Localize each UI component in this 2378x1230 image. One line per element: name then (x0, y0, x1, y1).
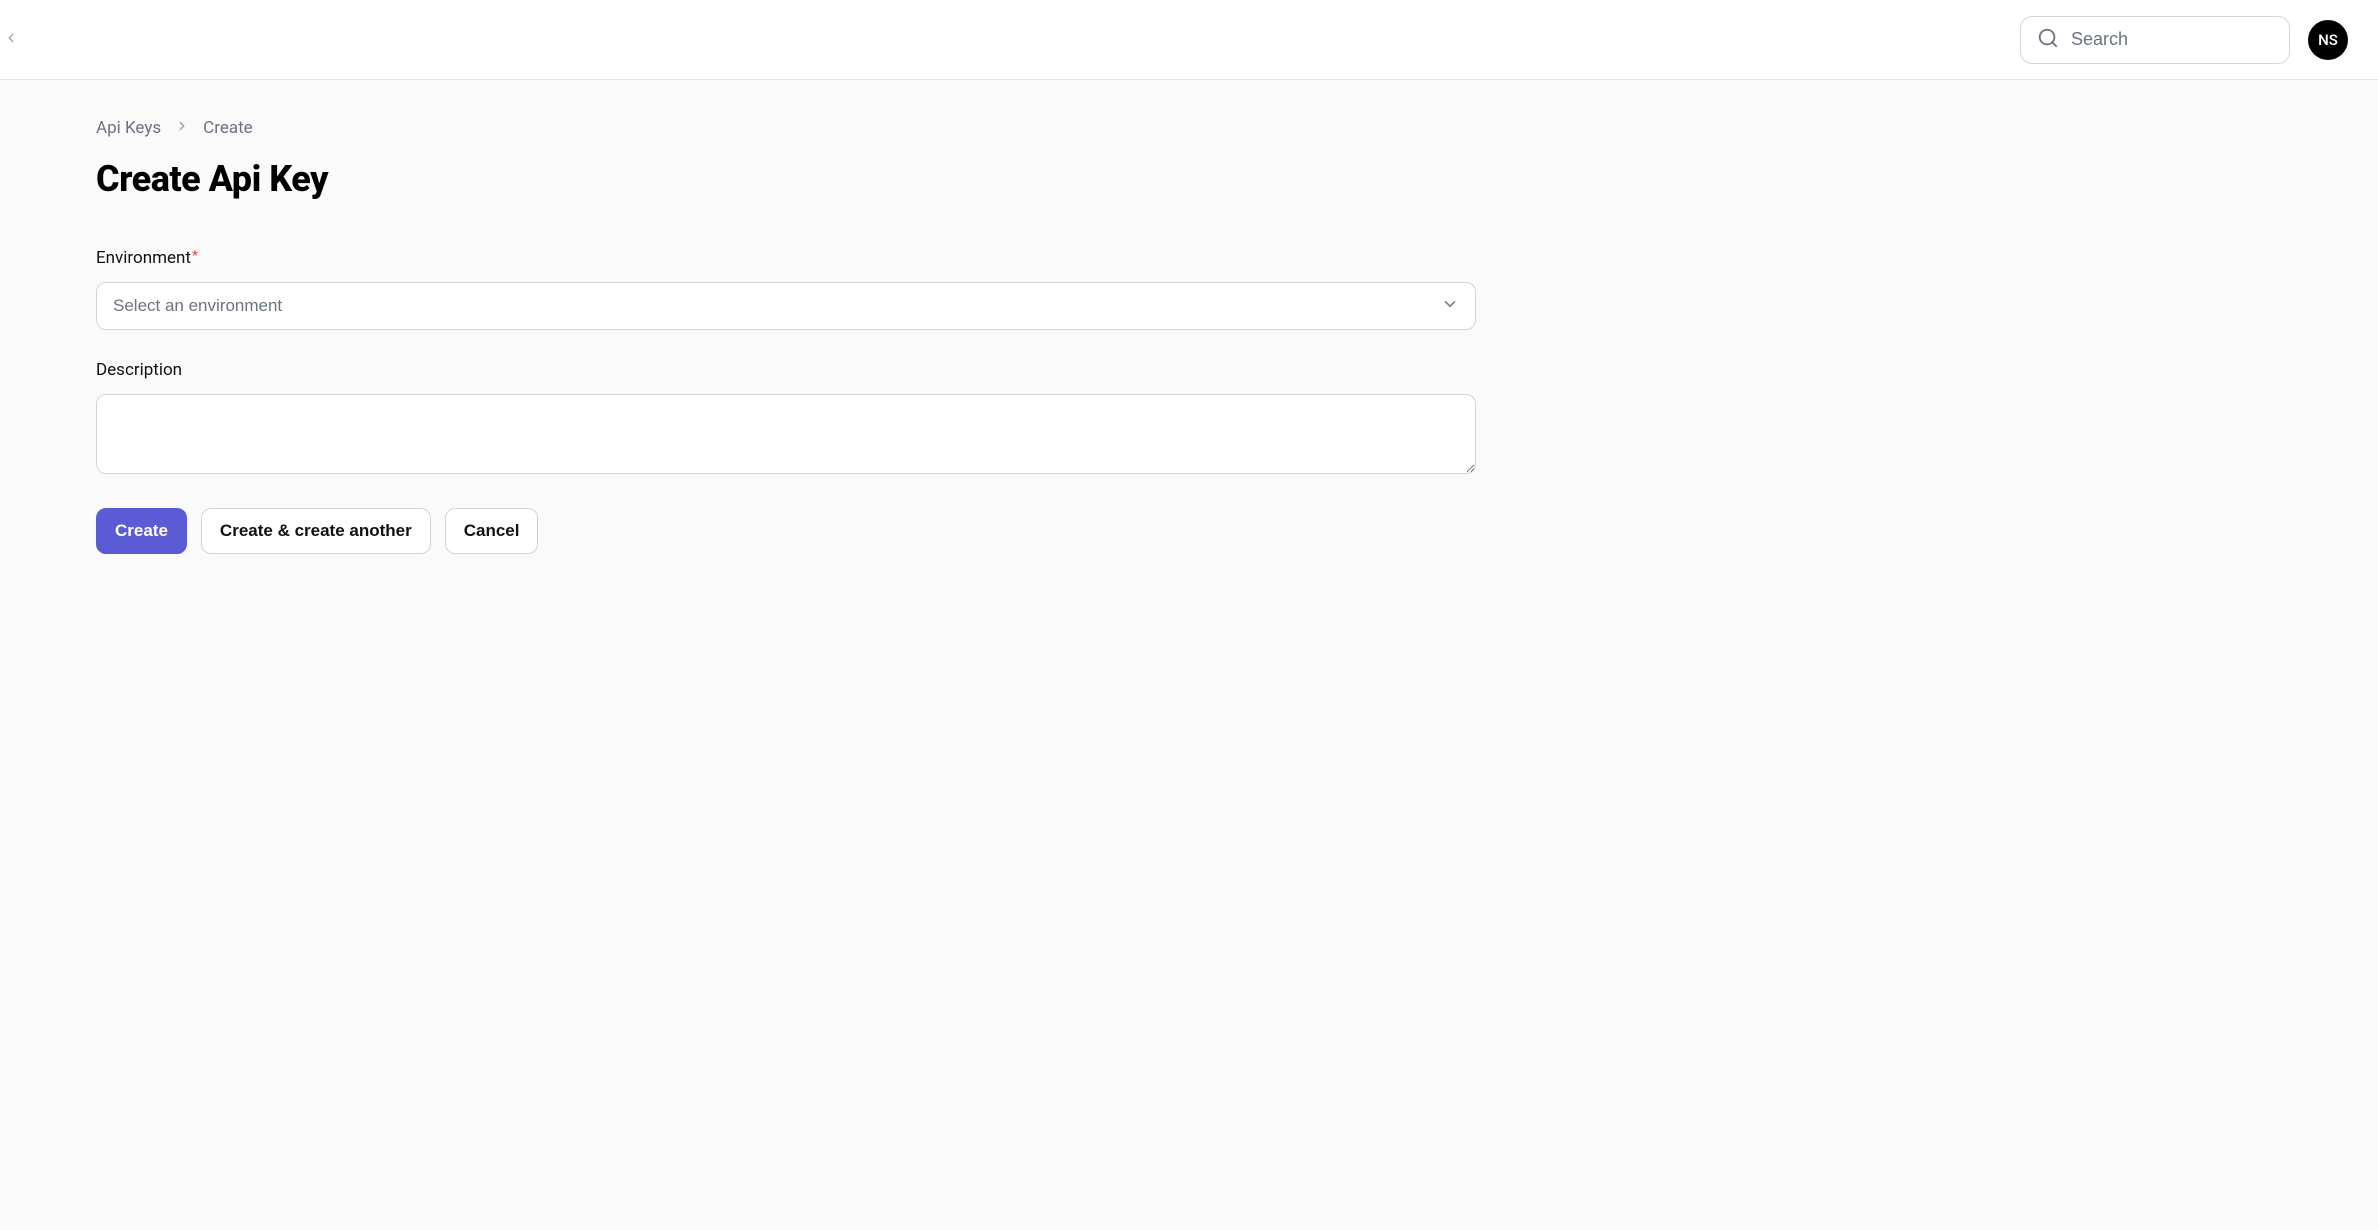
breadcrumb: Api Keys Create (96, 118, 1476, 138)
environment-field-group: Environment* Select an environment (96, 248, 1476, 330)
main-content: Api Keys Create Create Api Key Environme… (0, 80, 1516, 594)
create-another-button[interactable]: Create & create another (201, 508, 431, 554)
search-input[interactable] (2071, 29, 2273, 50)
top-bar: NS (0, 0, 2378, 80)
description-textarea[interactable] (96, 394, 1476, 474)
create-button[interactable]: Create (96, 508, 187, 554)
back-chevron-icon[interactable] (0, 17, 22, 63)
description-field-group: Description (96, 360, 1476, 478)
action-buttons: Create Create & create another Cancel (96, 508, 1476, 554)
description-label: Description (96, 360, 1476, 380)
page-title: Create Api Key (96, 158, 1476, 200)
environment-select-placeholder: Select an environment (113, 296, 282, 316)
user-avatar[interactable]: NS (2308, 20, 2348, 60)
search-box[interactable] (2020, 16, 2290, 64)
cancel-button[interactable]: Cancel (445, 508, 539, 554)
chevron-down-icon (1441, 295, 1459, 318)
chevron-right-icon (175, 118, 189, 138)
environment-label: Environment* (96, 248, 1476, 268)
search-icon (2037, 27, 2059, 53)
breadcrumb-current: Create (203, 118, 253, 138)
breadcrumb-parent[interactable]: Api Keys (96, 118, 161, 138)
environment-label-text: Environment (96, 248, 191, 268)
environment-select[interactable]: Select an environment (96, 282, 1476, 330)
required-indicator: * (192, 248, 198, 264)
environment-select-wrapper: Select an environment (96, 282, 1476, 330)
